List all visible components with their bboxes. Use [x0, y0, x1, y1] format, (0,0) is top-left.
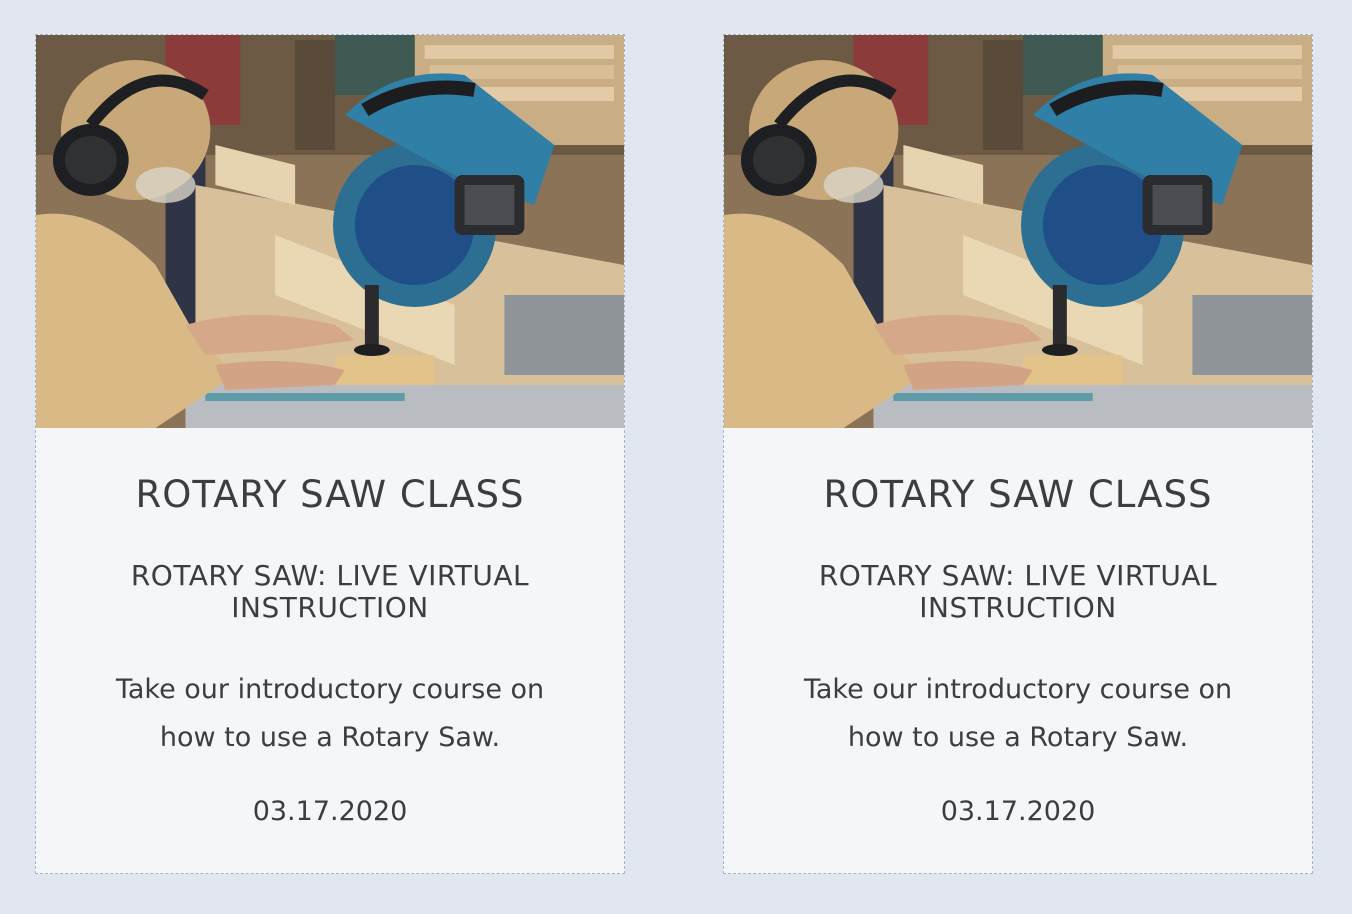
class-date: 03.17.2020 — [940, 796, 1096, 827]
class-subtitle: ROTARY SAW: LIVE VIRTUAL INSTRUCTION — [818, 559, 1218, 624]
class-date: 03.17.2020 — [252, 796, 408, 827]
class-card-body: ROTARY SAW CLASS ROTARY SAW: LIVE VIRTUA… — [724, 472, 1312, 832]
class-title[interactable]: ROTARY SAW CLASS — [66, 472, 594, 518]
class-description: Take our introductory course on how to u… — [115, 674, 545, 753]
class-card-body: ROTARY SAW CLASS ROTARY SAW: LIVE VIRTUA… — [36, 472, 624, 832]
class-title[interactable]: ROTARY SAW CLASS — [754, 472, 1282, 518]
class-description: Take our introductory course on how to u… — [803, 674, 1233, 753]
class-card-grid: ROTARY SAW CLASS ROTARY SAW: LIVE VIRTUA… — [0, 0, 1352, 914]
class-photo[interactable] — [36, 35, 624, 428]
class-subtitle: ROTARY SAW: LIVE VIRTUAL INSTRUCTION — [130, 559, 530, 624]
class-card[interactable]: ROTARY SAW CLASS ROTARY SAW: LIVE VIRTUA… — [723, 34, 1313, 874]
miter-saw-photo-illustration — [36, 35, 624, 428]
miter-saw-photo-illustration — [724, 35, 1312, 428]
class-photo[interactable] — [724, 35, 1312, 428]
class-card[interactable]: ROTARY SAW CLASS ROTARY SAW: LIVE VIRTUA… — [35, 34, 625, 874]
